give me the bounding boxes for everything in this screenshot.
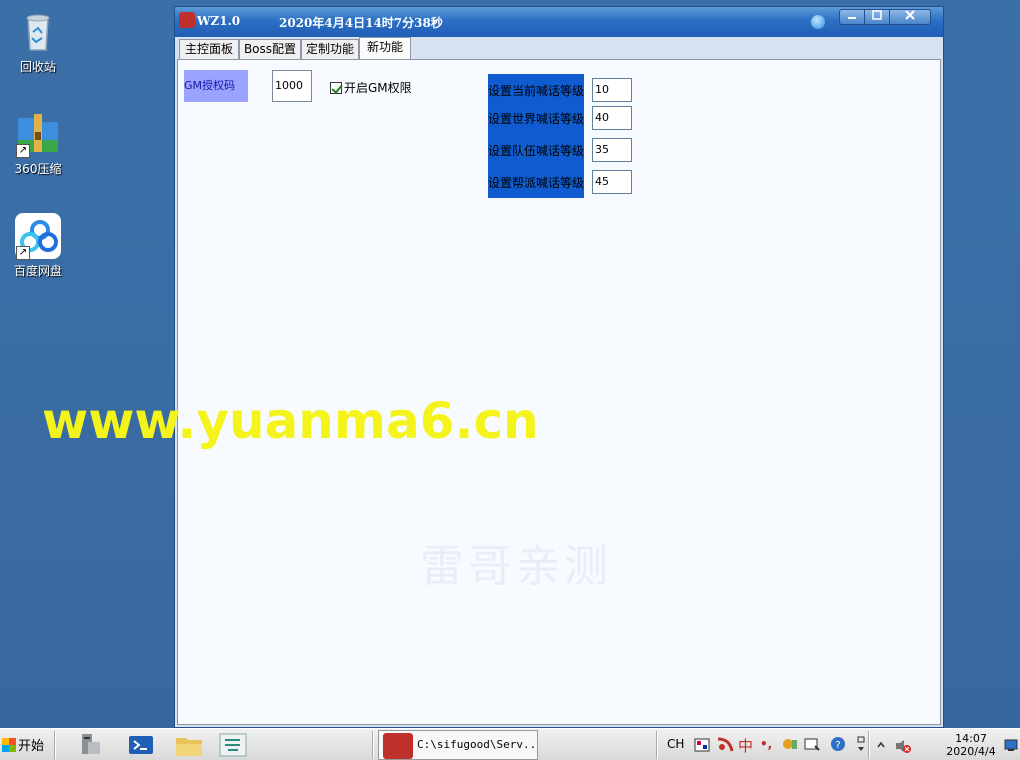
gm-permission-label: 开启GM权限 <box>344 81 412 95</box>
taskbar-separator <box>656 731 658 759</box>
desktop-icon-360zip[interactable]: ↗ 360压缩 <box>6 110 70 177</box>
chat-level-input-guild[interactable]: 45 <box>592 170 632 194</box>
language-indicator[interactable]: CH <box>667 737 684 751</box>
desktop-icon-label: 回收站 <box>19 60 56 74</box>
close-button[interactable] <box>889 9 931 25</box>
help-orb-icon[interactable] <box>811 15 825 29</box>
show-hidden-icons-chevron-icon[interactable] <box>876 739 886 753</box>
shortcut-arrow-icon: ↗ <box>16 246 30 260</box>
taskbar-separator <box>54 731 56 759</box>
desktop-icon-baidu-netdisk[interactable]: ↗ 百度网盘 <box>6 212 70 279</box>
show-desktop-icon[interactable] <box>1004 738 1018 755</box>
tab-boss-config[interactable]: Boss配置 <box>239 39 301 59</box>
window-title: WZ1.0 <box>197 14 241 28</box>
clock-date: 2020/4/4 <box>946 745 996 758</box>
file-explorer-icon[interactable] <box>174 732 204 758</box>
ime-help-icon[interactable]: ? <box>830 736 846 755</box>
tab-main-control[interactable]: 主控面板 <box>179 39 239 59</box>
server-manager-icon[interactable] <box>74 732 104 758</box>
taskbar-clock[interactable]: 14:07 2020/4/4 <box>936 732 1006 758</box>
chat-level-input-current[interactable]: 10 <box>592 78 632 102</box>
minimize-icon <box>848 17 856 19</box>
desktop-icon-recycle-bin[interactable]: 回收站 <box>6 8 70 75</box>
gm-permission-checkbox[interactable]: 开启GM权限 <box>330 79 412 95</box>
keyboard-icon[interactable] <box>694 738 710 755</box>
minimize-button[interactable] <box>839 9 865 25</box>
watermark-url: www.yuanma6.cn <box>42 392 539 450</box>
start-button[interactable]: 开始 <box>2 735 44 755</box>
windows-logo-icon <box>2 738 16 752</box>
watermark-cn: 雷哥亲测 <box>420 541 612 592</box>
ime-punctuation[interactable]: •, <box>760 737 772 751</box>
main-window: WZ1.0 2020年4月4日14时7分38秒 主控面板 Boss配置 定制功能… <box>174 6 944 728</box>
taskbar-task-server-console[interactable]: C:\sifugood\Serv... <box>378 730 538 760</box>
task-label: C:\sifugood\Serv... <box>417 738 538 751</box>
chat-level-input-world[interactable]: 40 <box>592 106 632 130</box>
chat-level-label-guild: 设置帮派喊话等级 <box>488 176 584 190</box>
tab-custom-features[interactable]: 定制功能 <box>301 39 359 59</box>
chat-level-label-team: 设置队伍喊话等级 <box>488 144 584 158</box>
chat-level-label-current: 设置当前喊话等级 <box>488 84 584 98</box>
desktop-icon-label: 360压缩 <box>14 162 62 176</box>
taskbar: 开始 C:\sifugood\Serv... CH 中 •, ? 14:07 2… <box>0 728 1020 760</box>
recycle-bin-icon <box>14 8 62 56</box>
maximize-button[interactable] <box>864 9 890 25</box>
cloud-drive-icon: ↗ <box>14 212 62 260</box>
chat-level-input-team[interactable]: 35 <box>592 138 632 162</box>
window-titlebar[interactable]: WZ1.0 2020年4月4日14时7分38秒 <box>175 7 943 37</box>
app-logo-icon <box>179 12 195 28</box>
close-icon <box>905 10 915 20</box>
chat-level-panel: 设置当前喊话等级 设置世界喊话等级 设置队伍喊话等级 设置帮派喊话等级 <box>488 74 584 198</box>
ime-mode-chinese[interactable]: 中 <box>738 735 753 756</box>
window-datetime: 2020年4月4日14时7分38秒 <box>279 16 443 30</box>
ime-softkeyboard-icon[interactable] <box>804 737 820 754</box>
tab-new-features[interactable]: 新功能 <box>359 37 411 59</box>
taskbar-separator <box>372 731 374 759</box>
easy-language-icon[interactable] <box>218 732 248 758</box>
ime-options-icon[interactable] <box>856 735 866 756</box>
taskbar-separator <box>868 731 870 759</box>
maximize-icon <box>872 10 882 20</box>
powershell-icon[interactable] <box>126 732 156 758</box>
gm-auth-code-input[interactable]: 1000 <box>272 70 312 102</box>
chat-level-label-world: 设置世界喊话等级 <box>488 112 584 126</box>
gm-auth-label: GM授权码 <box>184 70 248 102</box>
checkbox-checked-icon <box>330 82 342 94</box>
desktop-icon-label: 百度网盘 <box>13 264 62 278</box>
archive-folder-icon: ↗ <box>14 110 62 158</box>
clock-time: 14:07 <box>955 732 987 745</box>
ime-logo-icon[interactable] <box>716 737 734 756</box>
ime-help-glyph: ? <box>835 740 840 751</box>
app-logo-icon <box>383 733 413 759</box>
shortcut-arrow-icon: ↗ <box>16 144 30 158</box>
ime-tools-icon[interactable] <box>782 737 798 754</box>
start-label: 开始 <box>18 739 45 754</box>
volume-muted-icon[interactable] <box>894 738 912 757</box>
